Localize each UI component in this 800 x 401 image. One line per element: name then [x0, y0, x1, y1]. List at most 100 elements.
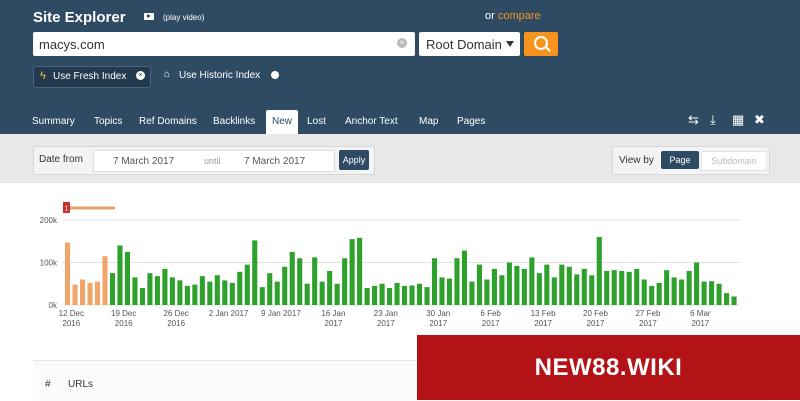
tools-icon[interactable]: ✖: [754, 112, 765, 128]
x-tick-label: 13 Feb: [531, 309, 556, 318]
compare-area: or compare: [485, 10, 541, 22]
tab-topics[interactable]: Topics: [88, 110, 128, 134]
view-by-label: View by: [619, 155, 654, 166]
date-until-label: until: [204, 156, 221, 166]
chart-bar: [387, 288, 393, 305]
chart-bar: [514, 265, 520, 305]
chart-bar: [349, 239, 355, 306]
y-tick-label: 200k: [40, 216, 58, 225]
tab-backlinks[interactable]: Backlinks: [207, 110, 261, 134]
tab-ref-domains[interactable]: Ref Domains: [133, 110, 203, 134]
x-tick-label: 12 Dec: [59, 309, 84, 318]
chart-bar: [619, 271, 625, 305]
view-by-control: View by Page Subdomain: [612, 146, 770, 175]
chart-bar: [409, 285, 415, 305]
x-tick-label: 2017: [587, 319, 605, 328]
chart-bar: [574, 274, 580, 305]
play-video-link[interactable]: (play video): [163, 13, 204, 22]
x-tick-label: 2016: [115, 319, 133, 328]
close-icon[interactable]: ×: [136, 71, 145, 80]
chart-bar: [476, 264, 482, 306]
x-tick-label: 19 Dec: [111, 309, 136, 318]
video-icon[interactable]: [144, 13, 154, 20]
chart-bar: [379, 283, 385, 305]
chart-bar: [237, 271, 243, 305]
chart-bar: [162, 268, 168, 306]
chart-bar: [679, 279, 685, 305]
tab-anchor-text[interactable]: Anchor Text: [339, 110, 404, 134]
search-input-value: macys.com: [39, 37, 105, 52]
search-button[interactable]: [524, 32, 558, 56]
chart-bar: [431, 258, 438, 305]
x-tick-label: 9 Jan 2017: [261, 309, 301, 318]
x-tick-label: 6 Feb: [480, 309, 501, 318]
chart-bar: [102, 256, 108, 306]
y-tick-label: 0k: [49, 301, 58, 310]
tab-new[interactable]: New: [266, 110, 299, 134]
chart-bar: [671, 277, 677, 306]
tab-pages[interactable]: Pages: [451, 110, 491, 134]
search-input[interactable]: macys.com ×: [33, 32, 415, 56]
chart-bar: [656, 282, 662, 305]
chart-bar: [312, 257, 318, 305]
chart-bar: [117, 245, 123, 305]
radio-icon[interactable]: [271, 71, 279, 79]
chart-bar: [304, 283, 310, 305]
apply-button[interactable]: Apply: [339, 150, 369, 170]
chart-bar: [641, 279, 647, 305]
chart-bar: [244, 264, 250, 306]
spreadsheet-icon[interactable]: ▦: [732, 112, 744, 128]
chart-bar: [469, 281, 475, 306]
or-label: or: [485, 10, 495, 22]
chart-bar: [491, 268, 497, 306]
x-tick-label: 2017: [534, 319, 552, 328]
x-tick-label: 2016: [62, 319, 80, 328]
x-tick-label: 2017: [691, 319, 709, 328]
chart-bar: [649, 285, 655, 306]
chart-bar: [252, 240, 258, 305]
tab-summary[interactable]: Summary: [26, 110, 81, 134]
chart-bar: [132, 277, 138, 306]
date-filter: Date from 7 March 2017 until 7 March 201…: [33, 146, 375, 175]
chart-bar: [551, 277, 557, 306]
chart-bar: [446, 278, 453, 305]
chart-bar: [87, 282, 93, 305]
tab-lost[interactable]: Lost: [301, 110, 332, 134]
lightning-icon: ϟ: [40, 70, 46, 82]
chart-bar: [94, 281, 101, 306]
historic-index-toggle[interactable]: ⌂ Use Historic Index: [159, 66, 285, 86]
chart-bar: [544, 264, 550, 306]
chart-bar: [334, 283, 340, 305]
x-tick-label: 2 Jan 2017: [209, 309, 249, 318]
chart-bar: [207, 281, 213, 306]
view-by-page-button[interactable]: Page: [661, 151, 699, 169]
export-icon[interactable]: ⇆: [688, 112, 699, 128]
column-header-urls[interactable]: URLs: [68, 379, 93, 390]
chart-bar: [79, 279, 86, 305]
chevron-down-icon: [506, 41, 514, 47]
clear-icon[interactable]: ×: [397, 38, 407, 48]
chart-bar: [342, 258, 348, 305]
compare-link[interactable]: compare: [498, 10, 541, 22]
historic-index-label: Use Historic Index: [179, 70, 261, 81]
mode-select[interactable]: Root Domain: [419, 32, 520, 56]
tab-map[interactable]: Map: [413, 110, 444, 134]
chart-bar: [604, 271, 610, 305]
chart-bar: [424, 287, 430, 305]
date-to-value: 7 March 2017: [244, 156, 306, 167]
chart-bar: [686, 271, 692, 305]
chart-bar: [694, 262, 700, 305]
chart-bar: [581, 268, 587, 306]
download-icon[interactable]: ⤓: [710, 112, 716, 128]
x-tick-label: 2017: [482, 319, 500, 328]
bank-icon: ⌂: [164, 69, 171, 80]
chart-bar: [192, 284, 198, 305]
fresh-index-toggle[interactable]: ϟ Use Fresh Index ×: [33, 66, 151, 88]
chart-bar: [154, 276, 160, 305]
view-by-subdomain-button[interactable]: Subdomain: [701, 151, 767, 171]
chart-bar: [267, 273, 273, 306]
x-tick-label: 2016: [167, 319, 185, 328]
chart-bar: [416, 283, 423, 305]
chart-bar: [484, 279, 490, 305]
date-range-input[interactable]: 7 March 2017 until 7 March 2017: [93, 150, 335, 172]
